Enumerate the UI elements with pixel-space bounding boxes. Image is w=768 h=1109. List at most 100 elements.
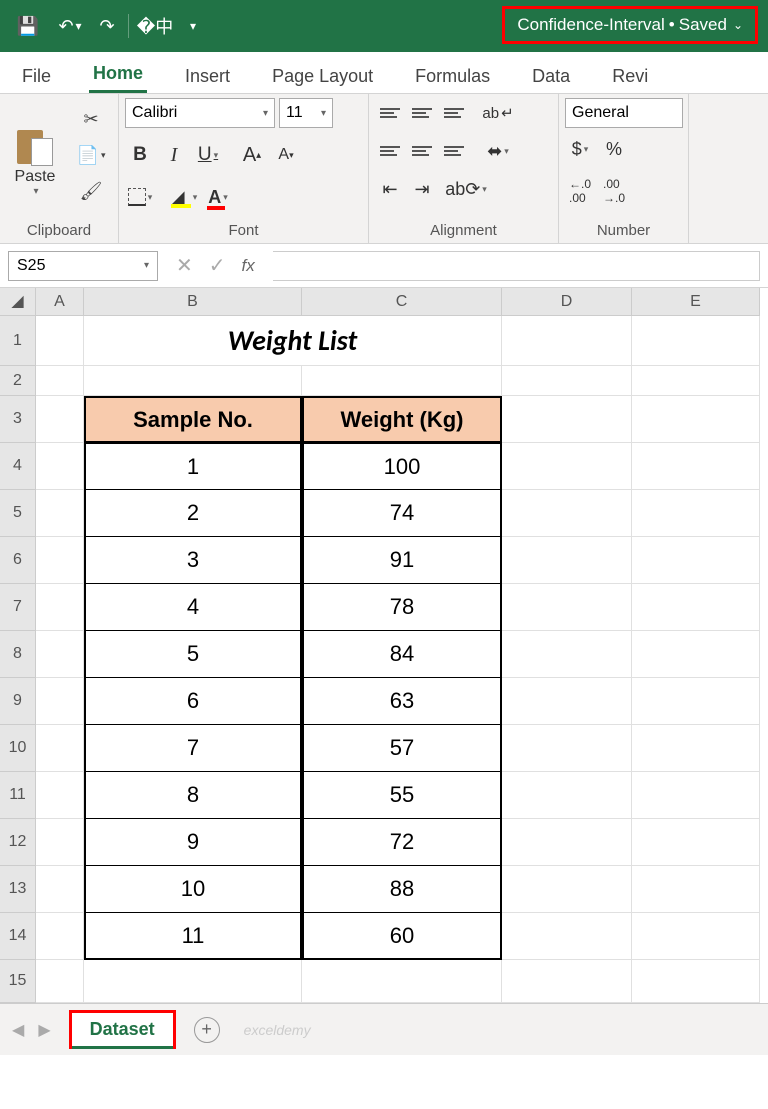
table-cell[interactable]: 78 [302, 584, 502, 631]
cell[interactable] [502, 584, 632, 631]
cell[interactable] [632, 866, 760, 913]
shrink-font-button[interactable]: A▾ [271, 140, 301, 170]
cell[interactable] [502, 443, 632, 490]
table-cell[interactable]: 9 [84, 819, 302, 866]
table-cell[interactable]: 7 [84, 725, 302, 772]
cell[interactable] [632, 772, 760, 819]
font-size-combo[interactable]: 11▾ [279, 98, 333, 128]
cell[interactable] [502, 631, 632, 678]
cell[interactable] [36, 678, 84, 725]
cell[interactable] [632, 819, 760, 866]
row-header[interactable]: 8 [0, 631, 36, 678]
qat-more-button[interactable]: ▾ [177, 6, 207, 46]
table-cell[interactable]: 88 [302, 866, 502, 913]
cell[interactable] [632, 725, 760, 772]
table-cell[interactable]: 55 [302, 772, 502, 819]
table-cell[interactable]: 84 [302, 631, 502, 678]
increase-decimal-button[interactable]: ←.0.00 [565, 176, 595, 206]
table-cell[interactable]: 60 [302, 913, 502, 960]
undo-button[interactable]: ↶▾ [50, 6, 90, 46]
col-header-c[interactable]: C [302, 288, 502, 316]
cell[interactable] [502, 316, 632, 366]
cell[interactable] [632, 366, 760, 396]
font-name-combo[interactable]: Calibri▾ [125, 98, 275, 128]
add-sheet-button[interactable]: + [194, 1017, 220, 1043]
row-header[interactable]: 11 [0, 772, 36, 819]
cell[interactable] [632, 960, 760, 1003]
cell[interactable] [632, 913, 760, 960]
table-header-weight[interactable]: Weight (Kg) [302, 396, 502, 443]
table-cell[interactable]: 72 [302, 819, 502, 866]
merge-center-button[interactable]: ⬌▾ [483, 136, 513, 166]
cell[interactable] [36, 913, 84, 960]
cell[interactable] [36, 772, 84, 819]
align-right-button[interactable] [439, 136, 469, 166]
table-cell[interactable]: 5 [84, 631, 302, 678]
fill-color-button[interactable]: ◢▾ [169, 182, 199, 212]
cell[interactable] [632, 537, 760, 584]
cell[interactable] [302, 960, 502, 1003]
align-center-button[interactable] [407, 136, 437, 166]
cell[interactable] [632, 443, 760, 490]
cell[interactable] [36, 960, 84, 1003]
decrease-decimal-button[interactable]: .00→.0 [599, 176, 629, 206]
name-box[interactable]: S25▾ [8, 251, 158, 281]
table-cell[interactable]: 10 [84, 866, 302, 913]
row-header[interactable]: 3 [0, 396, 36, 443]
tab-data[interactable]: Data [528, 58, 574, 93]
number-format-combo[interactable]: General [565, 98, 683, 128]
table-cell[interactable]: 100 [302, 443, 502, 490]
select-all-corner[interactable]: ◢ [0, 288, 36, 316]
cell[interactable] [502, 678, 632, 725]
col-header-a[interactable]: A [36, 288, 84, 316]
bold-button[interactable]: B [125, 140, 155, 170]
borders-button[interactable]: ▾ [125, 182, 155, 212]
table-cell[interactable]: 8 [84, 772, 302, 819]
increase-indent-button[interactable]: ⇥ [407, 174, 437, 204]
cell[interactable] [36, 584, 84, 631]
cell[interactable] [84, 960, 302, 1003]
enter-icon[interactable]: ✓ [209, 253, 226, 278]
cell[interactable] [36, 443, 84, 490]
cell[interactable] [632, 316, 760, 366]
tab-formulas[interactable]: Formulas [411, 58, 494, 93]
cell[interactable] [302, 366, 502, 396]
row-header[interactable]: 14 [0, 913, 36, 960]
tab-home[interactable]: Home [89, 55, 147, 93]
percent-button[interactable]: % [599, 134, 629, 164]
underline-button[interactable]: U▾ [193, 140, 223, 170]
save-icon[interactable]: 💾 [8, 6, 48, 46]
cell[interactable] [502, 866, 632, 913]
sheet-tab-dataset[interactable]: Dataset [69, 1010, 176, 1049]
cell[interactable] [36, 396, 84, 443]
row-header[interactable]: 7 [0, 584, 36, 631]
wrap-text-button[interactable]: ab↵ [483, 98, 513, 128]
align-bottom-button[interactable] [439, 98, 469, 128]
font-color-button[interactable]: A▾ [203, 182, 233, 212]
cell[interactable] [632, 584, 760, 631]
row-header[interactable]: 6 [0, 537, 36, 584]
tab-review[interactable]: Revi [608, 58, 652, 93]
row-header[interactable]: 4 [0, 443, 36, 490]
tab-file[interactable]: File [18, 58, 55, 93]
cell[interactable] [36, 819, 84, 866]
cell[interactable] [502, 396, 632, 443]
row-header[interactable]: 10 [0, 725, 36, 772]
copy-button[interactable]: 📄▾ [70, 140, 112, 170]
cell[interactable] [36, 490, 84, 537]
cell[interactable] [36, 725, 84, 772]
cell[interactable] [502, 772, 632, 819]
touch-mode-button[interactable]: �中 [135, 6, 175, 46]
table-header-sample[interactable]: Sample No. [84, 396, 302, 443]
tab-insert[interactable]: Insert [181, 58, 234, 93]
prev-sheet-button[interactable]: ◀ [12, 1020, 24, 1040]
table-cell[interactable]: 4 [84, 584, 302, 631]
table-cell[interactable]: 1 [84, 443, 302, 490]
align-top-button[interactable] [375, 98, 405, 128]
table-cell[interactable]: 74 [302, 490, 502, 537]
cell[interactable] [502, 960, 632, 1003]
table-cell[interactable]: 11 [84, 913, 302, 960]
grow-font-button[interactable]: A▴ [237, 140, 267, 170]
tab-page-layout[interactable]: Page Layout [268, 58, 377, 93]
row-header[interactable]: 5 [0, 490, 36, 537]
